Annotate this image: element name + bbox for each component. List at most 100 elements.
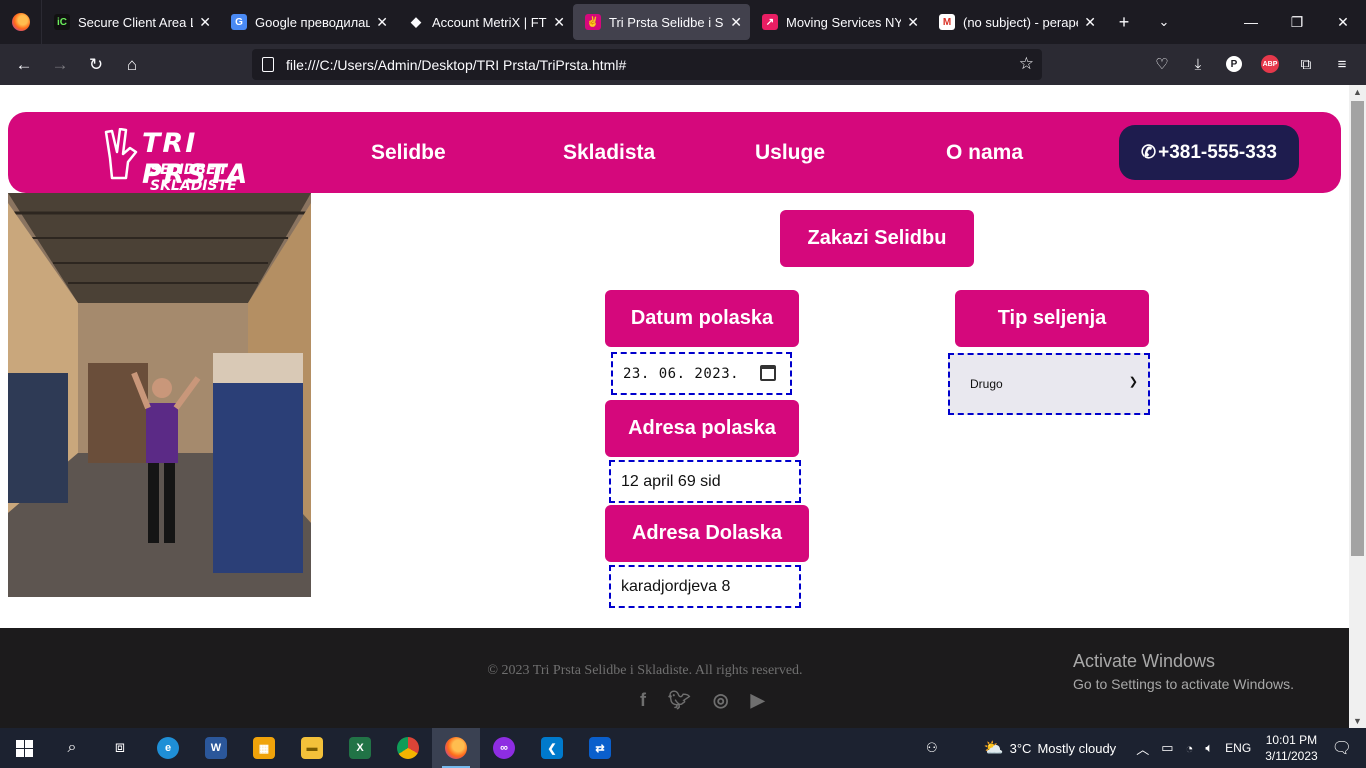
arrival-address-label: Adresa Dolaska <box>605 505 809 562</box>
url-text: file:///C:/Users/Admin/Desktop/TRI Prsta… <box>286 56 627 73</box>
close-tab-icon[interactable]: ✕ <box>907 14 919 31</box>
clock-time: 10:01 PM <box>1265 733 1318 747</box>
minimize-icon[interactable]: — <box>1228 0 1274 44</box>
system-tray: ⚇ ⛅ 3°C Mostly cloudy ︿ ▭ ◔ 🔈︎ ENG 10:01… <box>920 728 1366 768</box>
tab-title: Tri Prsta Selidbe i Sklad <box>609 14 724 30</box>
edge-icon[interactable]: e <box>144 728 192 768</box>
search-icon[interactable]: ⌕ <box>48 728 96 768</box>
watermark-subtitle: Go to Settings to activate Windows. <box>1073 676 1294 692</box>
close-window-icon[interactable]: ✕ <box>1320 0 1366 44</box>
site-logo[interactable]: TRI PRSTA SELIDBE I SKLADISTE <box>104 126 304 194</box>
nav-link-o-nama[interactable]: O nama <box>946 141 1023 165</box>
home-icon[interactable]: ⌂ <box>114 49 150 81</box>
tab-title: Secure Client Area Log <box>78 14 193 30</box>
scroll-up-icon[interactable]: ▲ <box>1353 87 1362 97</box>
list-tabs-chevron-icon[interactable]: ⌄ <box>1144 0 1184 44</box>
departure-address-input[interactable]: 12 april 69 sid <box>609 460 801 503</box>
ftmo-favicon-icon: ◆ <box>411 14 421 29</box>
logo-subtitle: SELIDBE I SKLADISTE <box>150 162 237 194</box>
bookmark-star-icon[interactable]: ☆ <box>1019 54 1034 74</box>
pocket-icon[interactable]: ♡ <box>1144 48 1180 80</box>
downloads-icon[interactable]: ⤓ <box>1180 48 1216 80</box>
volume-icon[interactable]: 🔈︎ <box>1205 740 1213 756</box>
extension-p-icon[interactable]: P <box>1226 56 1242 72</box>
nav-link-usluge[interactable]: Usluge <box>755 141 825 165</box>
browser-tab[interactable]: iC Secure Client Area Log ✕ <box>42 0 219 44</box>
chrome-icon[interactable] <box>384 728 432 768</box>
word-icon[interactable]: W <box>192 728 240 768</box>
phone-button[interactable]: ✆ +381-555-333 <box>1119 125 1299 180</box>
nav-link-selidbe[interactable]: Selidbe <box>371 141 446 165</box>
forward-arrow-icon[interactable]: → <box>42 49 78 81</box>
schedule-move-button[interactable]: Zakazi Selidbu <box>780 210 974 267</box>
youtube-icon[interactable]: ▶ <box>751 690 765 711</box>
browser-tab-active[interactable]: ✌ Tri Prsta Selidbe i Sklad ✕ <box>573 4 750 40</box>
store-icon[interactable]: ▦ <box>240 728 288 768</box>
back-arrow-icon[interactable]: ← <box>6 49 42 81</box>
firefox-icon <box>11 13 30 31</box>
windows-start-icon[interactable] <box>0 728 48 768</box>
reload-icon[interactable]: ↻ <box>78 49 114 81</box>
browser-tab[interactable]: ↗ Moving Services NYC - ✕ <box>750 0 927 44</box>
battery-icon[interactable]: ▭ <box>1161 740 1173 756</box>
tab-strip: iC Secure Client Area Log ✕ G Google пре… <box>0 0 1366 44</box>
vscode-icon[interactable]: ❮ <box>528 728 576 768</box>
firefox-menu-button[interactable] <box>0 0 42 44</box>
extensions-puzzle-icon[interactable]: ⧉ <box>1288 48 1324 80</box>
nav-link-skladista[interactable]: Skladista <box>563 141 655 165</box>
warehouse-photo <box>8 193 311 597</box>
scrollbar-thumb[interactable] <box>1351 101 1364 556</box>
chevron-up-icon[interactable]: ︿ <box>1136 739 1149 758</box>
adblock-plus-icon[interactable]: ABP <box>1261 55 1279 73</box>
people-icon[interactable]: ⚇ <box>926 740 938 756</box>
wifi-icon[interactable]: ◔ <box>1186 741 1194 756</box>
language-indicator[interactable]: ENG <box>1225 741 1251 755</box>
weather-temperature[interactable]: 3°C <box>1010 741 1032 756</box>
task-view-icon[interactable]: ⧈ <box>96 728 144 768</box>
browser-tab[interactable]: ◆ Account MetriX | FTMO ✕ <box>396 0 573 44</box>
page-icon <box>262 57 274 72</box>
departure-address-label: Adresa polaska <box>605 400 799 457</box>
phone-number: +381-555-333 <box>1158 141 1277 163</box>
browser-tab[interactable]: M (no subject) - perapetr ✕ <box>927 0 1104 44</box>
close-tab-icon[interactable]: ✕ <box>730 14 742 31</box>
arrival-address-input[interactable]: karadjordjeva 8 <box>609 565 801 608</box>
watermark-title: Activate Windows <box>1073 651 1216 671</box>
excel-icon[interactable]: X <box>336 728 384 768</box>
site-header: TRI PRSTA SELIDBE I SKLADISTE Selidbe Sk… <box>8 112 1341 194</box>
address-bar[interactable]: file:///C:/Users/Admin/Desktop/TRI Prsta… <box>252 49 1042 80</box>
gmail-favicon-icon: M <box>939 14 955 30</box>
app-menu-icon[interactable]: ≡ <box>1324 48 1360 80</box>
weather-cloud-icon[interactable]: ⛅ <box>984 738 1004 758</box>
tab-title: (no subject) - perapetr <box>963 14 1079 30</box>
devops-icon[interactable]: ⇄ <box>576 728 624 768</box>
vertical-scrollbar[interactable]: ▲ ▼ <box>1349 85 1366 728</box>
firefox-taskbar-icon[interactable] <box>432 728 480 768</box>
windows-taskbar: ⌕ ⧈ e W ▦ ▬ X ∞ ❮ ⇄ ⚇ ⛅ 3°C Mostly cloud… <box>0 728 1366 768</box>
weather-description[interactable]: Mostly cloudy <box>1037 741 1116 756</box>
calendar-icon[interactable] <box>760 365 776 381</box>
file-explorer-icon[interactable]: ▬ <box>288 728 336 768</box>
activate-windows-watermark: Activate Windows Go to Settings to activ… <box>1073 651 1294 692</box>
departure-date-input[interactable]: 23. 06. 2023. <box>611 352 792 395</box>
clock-date: 3/11/2023 <box>1265 749 1318 763</box>
close-tab-icon[interactable]: ✕ <box>553 14 565 31</box>
notifications-icon[interactable]: 🗨︎ <box>1332 738 1352 758</box>
close-tab-icon[interactable]: ✕ <box>1084 14 1096 31</box>
clock[interactable]: 10:01 PM 3/11/2023 <box>1265 732 1318 764</box>
close-tab-icon[interactable]: ✕ <box>199 14 211 31</box>
close-tab-icon[interactable]: ✕ <box>376 14 388 31</box>
date-value: 23. 06. 2023. <box>623 365 740 382</box>
hand-logo-icon <box>104 128 138 180</box>
restore-icon[interactable]: ❐ <box>1274 0 1320 44</box>
move-type-select[interactable]: Drugo ❯ <box>948 353 1150 415</box>
browser-tab[interactable]: G Google преводилац ✕ <box>219 0 396 44</box>
scroll-down-icon[interactable]: ▼ <box>1353 716 1362 726</box>
facebook-icon[interactable]: f <box>640 690 646 711</box>
twitter-icon[interactable]: 🐦︎ <box>668 690 691 711</box>
navigation-toolbar: ← → ↻ ⌂ file:///C:/Users/Admin/Desktop/T… <box>0 44 1366 85</box>
tab-title: Account MetriX | FTMO <box>432 14 547 30</box>
new-tab-button[interactable]: + <box>1104 0 1144 44</box>
vr-app-icon[interactable]: ∞ <box>480 728 528 768</box>
instagram-icon[interactable]: ◎ <box>713 690 729 711</box>
